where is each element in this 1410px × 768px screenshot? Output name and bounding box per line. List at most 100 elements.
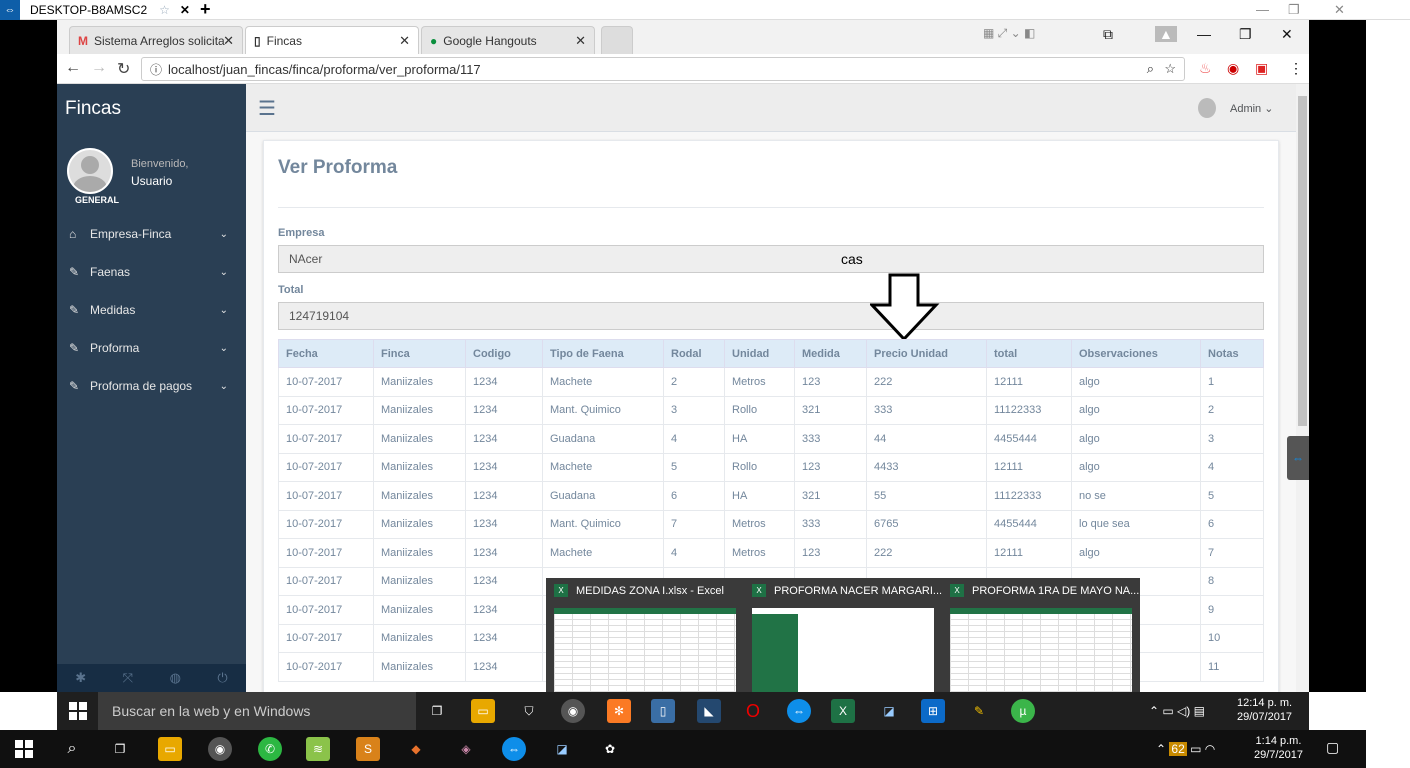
restore-icon[interactable]: ❐: [1288, 2, 1300, 18]
close-window-icon[interactable]: ✕: [1281, 26, 1293, 43]
url-field[interactable]: ⓘ localhost/juan_fincas/finca/proforma/v…: [141, 57, 1185, 81]
tab-fincas[interactable]: ▯ Fincas ✕: [245, 26, 419, 54]
app-icon[interactable]: ▯: [651, 699, 675, 723]
bookmark-star-icon[interactable]: ☆: [1164, 61, 1176, 77]
back-icon[interactable]: ←: [65, 59, 81, 77]
opera-icon[interactable]: O: [741, 699, 765, 723]
notepad-icon[interactable]: ◪: [550, 737, 574, 761]
menu-dots-icon[interactable]: ⋮: [1289, 60, 1303, 77]
taskbar-clock[interactable]: 1:14 p.m. 29/7/2017: [1254, 734, 1303, 762]
taskbar-clock[interactable]: 12:14 p. m. 29/07/2017: [1237, 696, 1292, 724]
table-cell: 123: [794, 538, 867, 568]
action-center-icon[interactable]: ▢: [1326, 740, 1339, 754]
task-view-icon[interactable]: ❐: [108, 737, 132, 761]
fullscreen-icon[interactable]: ⤧: [123, 670, 133, 686]
extension-icon[interactable]: ◉: [1227, 60, 1239, 77]
new-tab-button[interactable]: [601, 26, 633, 54]
brand-title[interactable]: Fincas: [65, 98, 121, 120]
forward-icon[interactable]: →: [91, 59, 107, 77]
settings-icon[interactable]: ✱: [75, 670, 86, 686]
column-header: Codigo: [465, 339, 543, 368]
teamviewer-icon[interactable]: ⇔: [787, 699, 811, 723]
preview-medidas[interactable]: X MEDIDAS ZONA I.xlsx - Excel: [546, 578, 736, 708]
sidebar-item-proforma-de-pagos[interactable]: ✎ Proforma de pagos ⌄: [57, 371, 246, 401]
url-text: localhost/juan_fincas/finca/proforma/ver…: [168, 61, 481, 77]
lock-icon[interactable]: ◍: [170, 670, 181, 686]
tab-gmail[interactable]: M Sistema Arreglos solicita ✕: [69, 26, 243, 54]
close-tab-icon[interactable]: ✕: [223, 33, 234, 49]
whatsapp-icon[interactable]: ✆: [258, 737, 282, 761]
profile-icon[interactable]: ▲: [1155, 26, 1177, 42]
windows-start-icon[interactable]: [69, 702, 87, 720]
tab-hangouts[interactable]: ● Google Hangouts ✕: [421, 26, 595, 54]
close-tab-icon[interactable]: ✕: [399, 33, 410, 49]
page-title: Ver Proforma: [278, 157, 398, 178]
page-scrollbar[interactable]: [1296, 84, 1309, 692]
table-cell: 321: [794, 481, 867, 511]
excel-icon[interactable]: X: [831, 699, 855, 723]
close-window-icon[interactable]: ✕: [1334, 2, 1345, 18]
star-icon[interactable]: ☆: [159, 3, 170, 17]
file-explorer-icon[interactable]: ▭: [158, 737, 182, 761]
user-dropdown[interactable]: Admin ⌄: [1198, 98, 1273, 118]
teamviewer-session-tab[interactable]: ⇔ DESKTOP-B8AMSC2 ☆ ✕: [0, 0, 190, 20]
task-view-icon[interactable]: ❐: [425, 699, 449, 723]
menu-toggle-icon[interactable]: ☰: [258, 96, 276, 121]
utorrent-icon[interactable]: µ: [1011, 699, 1035, 723]
sidebar-item-empresa-finca[interactable]: ⌂ Empresa-Finca ⌄: [57, 219, 246, 249]
restore-icon[interactable]: ❐: [1239, 26, 1252, 43]
preview-proforma-nacer[interactable]: X PROFORMA NACER MARGARI...: [744, 578, 942, 710]
table-cell: 6: [1200, 510, 1264, 539]
tray-icons[interactable]: ⌃ ▭ ◁) ▤: [1149, 704, 1205, 718]
taskbar-search-box[interactable]: Buscar en la web y en Windows: [98, 692, 416, 730]
teamviewer-tabbar: ⇔ DESKTOP-B8AMSC2 ☆ ✕ + — ❐ ✕: [0, 0, 1410, 20]
chrome-icon[interactable]: ◉: [561, 699, 585, 723]
total-field[interactable]: 124719104: [278, 302, 1264, 330]
minimize-icon[interactable]: —: [1197, 26, 1211, 42]
logout-icon[interactable]: ⏻: [217, 670, 227, 686]
teamviewer-side-tab[interactable]: ⇔: [1287, 436, 1309, 480]
table-cell: Maniizales: [373, 538, 466, 568]
sidebar-item-proforma[interactable]: ✎ Proforma ⌄: [57, 333, 246, 363]
home-icon: ⌂: [69, 227, 77, 241]
paint-icon[interactable]: ✿: [598, 737, 622, 761]
zoom-icon[interactable]: ⌕: [1147, 61, 1154, 77]
close-icon[interactable]: ✕: [180, 3, 190, 17]
close-tab-icon[interactable]: ✕: [575, 33, 586, 49]
table-cell: 2: [1200, 396, 1264, 425]
preview-proforma-mayo[interactable]: X PROFORMA 1RA DE MAYO NA...: [942, 578, 1139, 708]
tray-icons[interactable]: ⌃ 62 ▭ ◠: [1156, 742, 1215, 756]
empresa-field[interactable]: NAcer: [278, 245, 1264, 273]
sidebar-item-faenas[interactable]: ✎ Faenas ⌄: [57, 257, 246, 287]
table-cell: 1234: [465, 652, 543, 682]
store-icon[interactable]: ⛉: [517, 699, 541, 723]
teamviewer-toolbar-icon[interactable]: ▦ ⤢ ⌄ ◧: [983, 26, 1035, 41]
extension-fire-icon[interactable]: ♨: [1199, 60, 1212, 77]
search-icon[interactable]: ⌕: [60, 737, 84, 761]
mysql-icon[interactable]: ◣: [697, 699, 721, 723]
minimize-icon[interactable]: —: [1256, 2, 1269, 17]
eraser-icon[interactable]: ◆: [404, 737, 428, 761]
app-window-icon[interactable]: ⊞: [921, 699, 945, 723]
bluestacks-icon[interactable]: ≋: [306, 737, 330, 761]
file-explorer-icon[interactable]: ▭: [471, 699, 495, 723]
extension-play-icon[interactable]: ▣: [1255, 60, 1268, 77]
sidebar-item-label: Empresa-Finca: [90, 227, 172, 241]
scrollbar-thumb[interactable]: [1298, 96, 1307, 426]
xampp-icon[interactable]: ✻: [607, 699, 631, 723]
reload-icon[interactable]: ↻: [117, 59, 130, 79]
add-tab-icon[interactable]: +: [200, 0, 211, 18]
table-cell: algo: [1071, 367, 1201, 397]
table-row: 10-07-2017 Maniizales 1234 Machete 4 Metros 12…: [278, 538, 1264, 568]
notepad-icon[interactable]: ◪: [877, 699, 901, 723]
chrome-icon[interactable]: ◉: [208, 737, 232, 761]
windows-start-icon[interactable]: [15, 740, 33, 758]
sublime-icon[interactable]: S: [356, 737, 380, 761]
git-icon[interactable]: ◈: [454, 737, 478, 761]
table-cell: 12111: [986, 538, 1072, 568]
sidebar-item-medidas[interactable]: ✎ Medidas ⌄: [57, 295, 246, 325]
table-row: 10-07-2017 Maniizales 1234 Mant. Quimico 7 Me…: [278, 510, 1264, 539]
teamviewer-icon[interactable]: ⇔: [502, 737, 526, 761]
brush-icon[interactable]: ✎: [967, 699, 991, 723]
cast-icon[interactable]: ⧉: [1103, 26, 1113, 43]
